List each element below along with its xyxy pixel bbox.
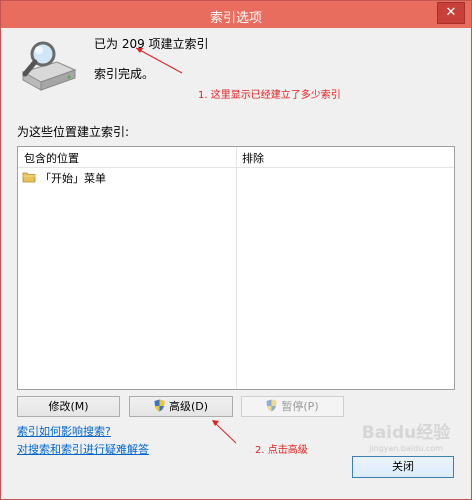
watermark-main: Baidu经验 xyxy=(361,423,451,443)
indexed-count-text: 已为 209 项建立索引 xyxy=(94,37,209,51)
watermark-sub: jingyan.baidu.com xyxy=(369,444,443,453)
uac-shield-icon xyxy=(266,399,277,412)
advanced-button-label: 高级(D) xyxy=(168,400,209,413)
location-label: 「开始」菜单 xyxy=(40,172,106,185)
list-item[interactable]: 「开始」菜单 xyxy=(18,167,236,187)
window-close-button[interactable]: ✕ xyxy=(437,2,465,24)
modify-button[interactable]: 修改(M) xyxy=(17,396,120,417)
annotation-indexed-count: 1. 这里显示已经建立了多少索引 xyxy=(198,90,341,101)
uac-shield-icon xyxy=(154,399,165,412)
indexing-status-text: 索引完成。 xyxy=(94,67,155,81)
column-divider xyxy=(236,147,237,389)
annotation-click-advanced: 2. 点击高级 xyxy=(255,445,308,456)
window-title: 索引选项 xyxy=(209,11,262,26)
locations-section-label: 为这些位置建立索引: xyxy=(17,125,130,139)
column-header-included[interactable]: 包含的位置 xyxy=(24,150,79,166)
pause-button-label: 暂停(P) xyxy=(281,400,319,413)
how-indexing-affects-search-link[interactable]: 索引如何影响搜索? xyxy=(17,423,111,439)
close-button[interactable]: 关闭 xyxy=(352,456,454,478)
pause-button: 暂停(P) xyxy=(241,396,344,417)
folder-icon xyxy=(22,172,36,183)
indexed-locations-list[interactable]: 包含的位置 排除 「开始」菜单 xyxy=(17,146,455,390)
advanced-button[interactable]: 高级(D) xyxy=(129,396,233,417)
column-header-excluded[interactable]: 排除 xyxy=(242,150,264,166)
title-bar[interactable]: 索引选项 ✕ xyxy=(1,1,471,28)
troubleshoot-link[interactable]: 对搜索和索引进行疑难解答 xyxy=(17,441,149,457)
indexing-drive-icon xyxy=(21,41,77,91)
